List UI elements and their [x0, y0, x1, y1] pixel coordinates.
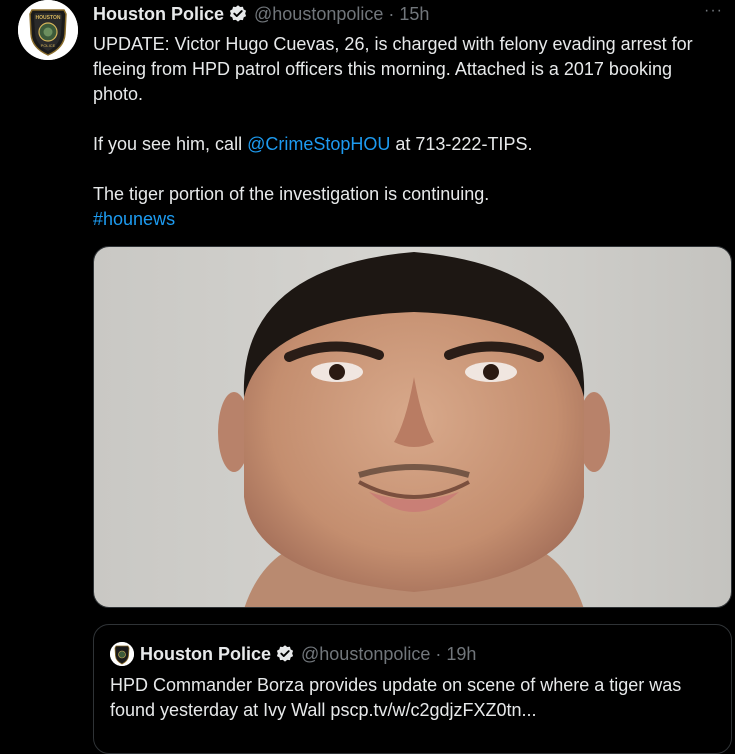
tweet-header: Houston Police @houstonpolice · 15h — [93, 2, 429, 26]
quoted-tweet-text: HPD Commander Borza provides update on s… — [110, 675, 682, 720]
hashtag-link[interactable]: #hounews — [93, 209, 175, 229]
booking-photo[interactable] — [93, 246, 732, 608]
mugshot-image — [94, 247, 731, 607]
author-avatar[interactable]: HOUSTON POLICE — [18, 0, 78, 60]
author-name[interactable]: Houston Police — [93, 4, 224, 25]
tweet-text-line1: UPDATE: Victor Hugo Cuevas, 26, is charg… — [93, 34, 693, 104]
verified-badge-icon — [275, 644, 295, 664]
svg-text:POLICE: POLICE — [41, 43, 56, 48]
quoted-author-handle: @houstonpolice — [301, 643, 431, 664]
tweet-text-line2: If you see him, call @CrimeStopHOU at 71… — [93, 132, 723, 157]
separator-dot: · — [435, 643, 442, 664]
separator-dot: · — [388, 3, 395, 24]
quoted-tweet-header: Houston Police @houstonpolice · 19h — [110, 641, 476, 667]
quoted-tweet-timestamp: 19h — [446, 643, 477, 664]
svg-text:HOUSTON: HOUSTON — [36, 15, 61, 21]
houston-police-badge-icon — [110, 642, 134, 666]
tweet-text-line2-prefix: If you see him, call — [93, 134, 248, 154]
quoted-author-avatar — [110, 642, 134, 666]
tweet: HOUSTON POLICE Houston Police @houstonpo… — [0, 0, 735, 754]
tweet-text: UPDATE: Victor Hugo Cuevas, 26, is charg… — [93, 32, 723, 232]
mention-link[interactable]: @CrimeStopHOU — [247, 134, 390, 154]
quoted-author-name: Houston Police — [140, 643, 272, 664]
tweet-text-line2-suffix: at 713-222-TIPS. — [390, 134, 533, 154]
tweet-timestamp[interactable]: 15h — [399, 4, 429, 25]
more-options-icon[interactable]: ··· — [704, 2, 723, 20]
verified-badge-icon — [228, 4, 248, 24]
houston-police-badge-icon: HOUSTON POLICE — [18, 0, 78, 60]
author-handle[interactable]: @houstonpolice — [254, 4, 383, 25]
tweet-text-line3: The tiger portion of the investigation i… — [93, 184, 490, 204]
